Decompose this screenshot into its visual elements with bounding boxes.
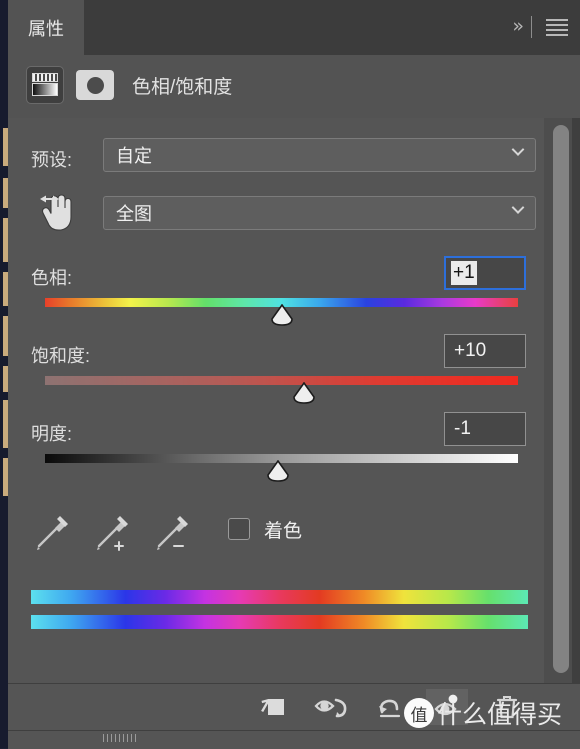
targeted-adjustment-hand-icon[interactable] (36, 190, 80, 236)
range-value: 全图 (116, 204, 152, 224)
delete-adjustment-layer-icon[interactable] (486, 689, 528, 725)
hamburger-menu-icon[interactable] (546, 19, 568, 36)
properties-panel: 属性 » 色相/饱和度 预设: 自定 全图 色相: +1 饱和度: +10 明度… (8, 0, 580, 749)
range-dropdown[interactable]: 全图 (103, 196, 536, 230)
toggle-layer-visibility-icon[interactable] (312, 689, 354, 725)
panel-resize-bar[interactable] (8, 730, 580, 749)
toolbar-divider (531, 16, 532, 38)
preset-label: 预设: (31, 150, 73, 170)
saturation-value: +10 (454, 340, 487, 361)
saturation-input[interactable]: +10 (444, 334, 526, 368)
saturation-slider-thumb[interactable] (291, 382, 317, 404)
saturation-label: 饱和度: (31, 346, 91, 366)
hue-spectrum-after-bar[interactable] (31, 615, 528, 629)
saturation-slider-track[interactable] (45, 376, 518, 385)
double-chevron-right-icon[interactable]: » (512, 16, 524, 36)
eyedropper-add-icon[interactable] (90, 508, 136, 554)
colorize-label: 着色 (264, 521, 303, 542)
tools-row: 着色 (8, 506, 544, 566)
hue-saturation-adjustment-icon[interactable] (26, 66, 64, 104)
hue-spectrum-before-bar (31, 590, 528, 604)
panel-right-edge (572, 118, 580, 683)
hue-slider-thumb[interactable] (269, 304, 295, 326)
panel-scrollbar-thumb[interactable] (553, 125, 569, 673)
eyedropper-icon[interactable] (30, 508, 76, 554)
chevron-down-icon (512, 149, 524, 161)
eyedropper-subtract-icon[interactable] (150, 508, 196, 554)
chevron-down-icon (512, 207, 524, 219)
preset-dropdown[interactable]: 自定 (103, 138, 536, 172)
hue-value: +1 (451, 261, 477, 285)
adjustment-title: 色相/饱和度 (132, 76, 233, 98)
hue-label: 色相: (31, 268, 73, 288)
reset-adjustment-icon[interactable] (370, 689, 412, 725)
adjustment-header: 色相/饱和度 (8, 55, 580, 115)
lightness-slider-thumb[interactable] (265, 460, 291, 482)
clip-to-layer-icon[interactable] (250, 689, 292, 725)
preset-value: 自定 (116, 146, 152, 166)
panel-tab-bar: 属性 » (8, 0, 580, 55)
hue-input[interactable]: +1 (444, 256, 526, 290)
panel-footer (8, 683, 580, 731)
tab-properties-label: 属性 (28, 18, 64, 39)
lightness-input[interactable]: -1 (444, 412, 526, 446)
lightness-label: 明度: (31, 424, 73, 444)
tab-properties[interactable]: 属性 (8, 0, 84, 55)
colorize-checkbox[interactable] (228, 518, 250, 540)
preview-eye-icon[interactable] (426, 689, 468, 725)
lightness-value: -1 (454, 418, 471, 439)
layer-mask-thumbnail-icon[interactable] (76, 70, 114, 100)
grip-handle-icon (103, 734, 139, 742)
panel-content: 预设: 自定 全图 色相: +1 饱和度: +10 明度: -1 着色 (8, 118, 580, 683)
